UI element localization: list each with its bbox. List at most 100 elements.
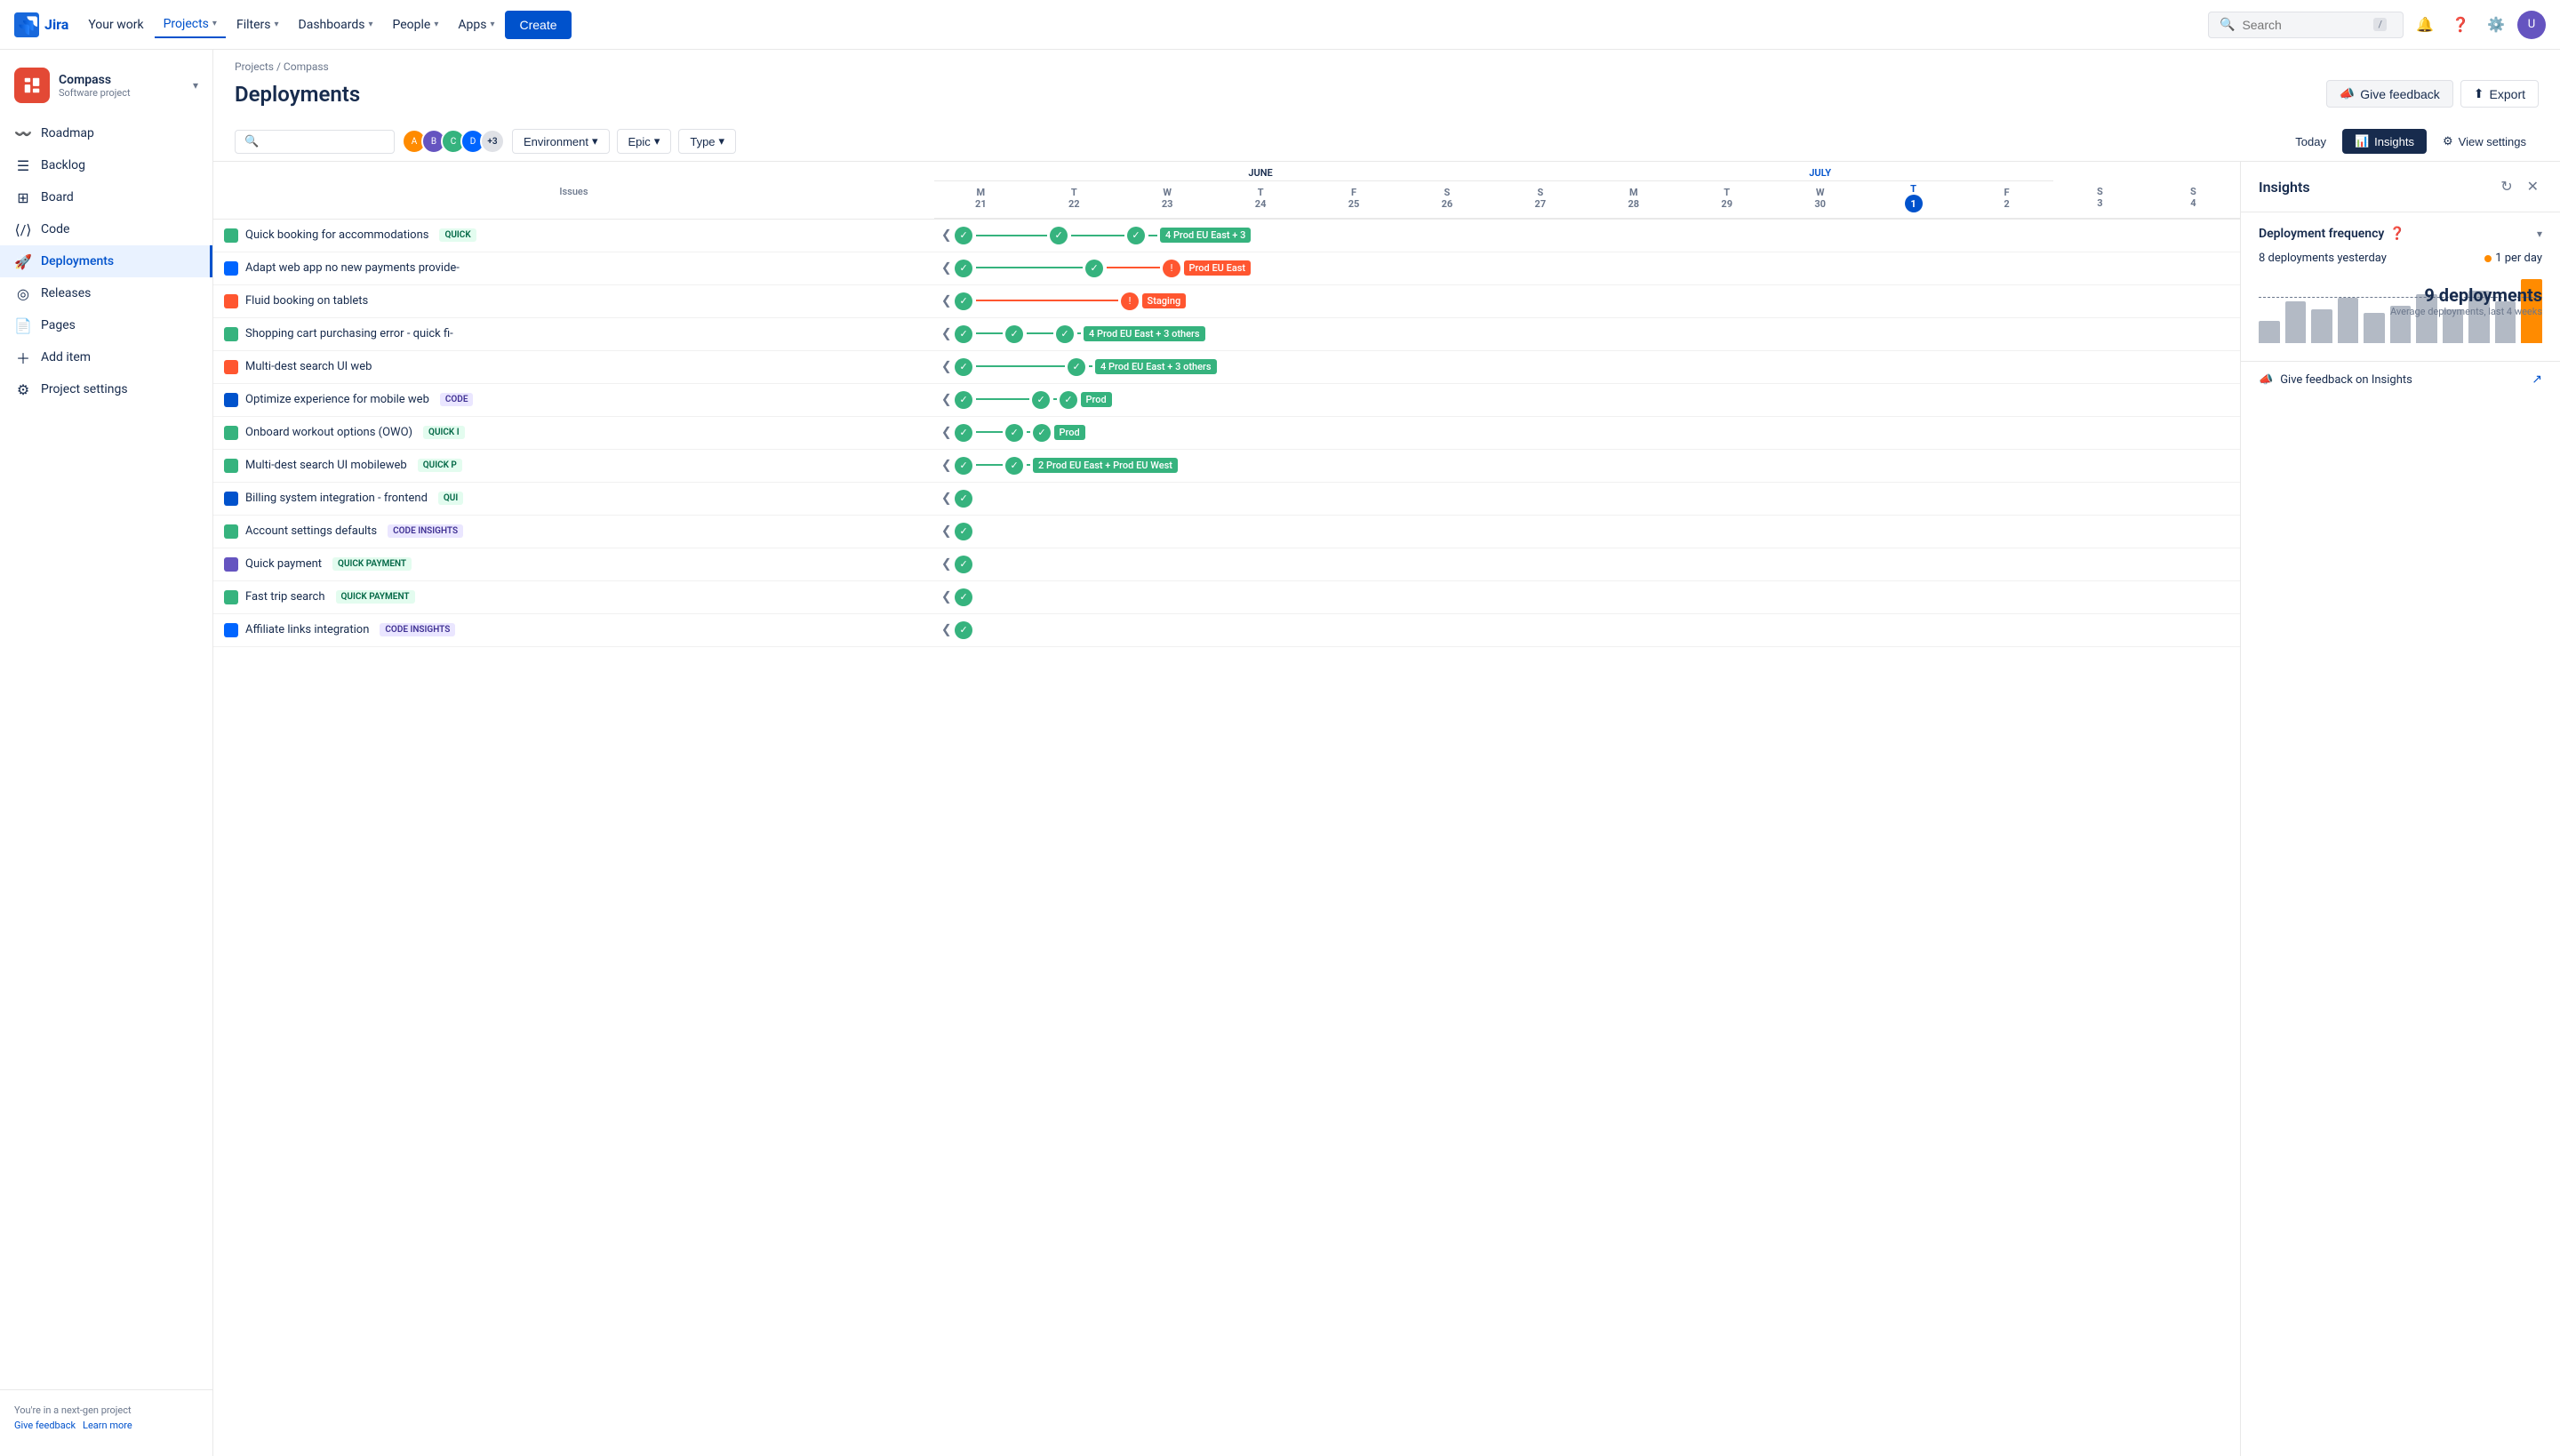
nav-projects[interactable]: Projects ▾ (155, 12, 226, 38)
footer-give-feedback[interactable]: Give feedback (14, 1420, 76, 1431)
sidebar-item-deployments[interactable]: 🚀 Deployments (0, 245, 212, 277)
type-filter[interactable]: Type ▾ (678, 129, 736, 154)
sidebar-item-settings[interactable]: ⚙ Project settings (0, 373, 212, 405)
issue-name[interactable]: Onboard workout options (OWO) (245, 426, 412, 439)
issue-name[interactable]: Optimize experience for mobile web (245, 393, 429, 406)
give-feedback-button[interactable]: 📣 Give feedback (2326, 80, 2453, 108)
table-row: Onboard workout options (OWO) QUICK I ❮ … (213, 416, 2240, 449)
issue-name[interactable]: Affiliate links integration (245, 623, 369, 636)
chevron-icon[interactable]: ❮ (941, 425, 952, 439)
board-icon: ⊞ (14, 188, 32, 206)
issue-type-icon (224, 360, 238, 374)
chevron-icon[interactable]: ❮ (941, 458, 952, 472)
app-logo[interactable]: Jira (14, 12, 68, 37)
top-navigation: Jira Your work Projects ▾ Filters ▾ Dash… (0, 0, 2560, 50)
chart-bar-0 (2259, 321, 2280, 343)
sidebar-item-roadmap[interactable]: 〰️ Roadmap (0, 117, 212, 149)
line2 (1027, 431, 1030, 433)
deployment-area: Issues JUNE JULY M21 T22 W23 T24 F25 S26… (213, 162, 2560, 1456)
external-link-icon[interactable]: ↗ (2532, 372, 2542, 387)
issue-name[interactable]: Multi-dest search UI web (245, 360, 372, 373)
dep-rate: 1 per day (2484, 252, 2542, 265)
help-button[interactable]: ❓ (2446, 11, 2475, 39)
toolbar-search[interactable]: 🔍 (235, 130, 395, 154)
issue-name[interactable]: Quick payment (245, 557, 322, 571)
sidebar-item-board[interactable]: ⊞ Board (0, 181, 212, 213)
close-insights-button[interactable]: ✕ (2524, 176, 2542, 197)
search-box[interactable]: 🔍 / (2208, 12, 2404, 38)
issue-name[interactable]: Adapt web app no new payments provide- (245, 261, 460, 275)
rate-label: 1 per day (2495, 252, 2542, 265)
issue-name[interactable]: Fast trip search (245, 590, 325, 604)
settings-button[interactable]: ⚙️ (2482, 11, 2510, 39)
deploy-dot-success: ✓ (955, 260, 972, 277)
issue-search-input[interactable] (264, 135, 380, 148)
sidebar-item-add[interactable]: ＋ Add item (0, 341, 212, 373)
deploy-dot-success3: ✓ (1127, 227, 1145, 244)
issue-name[interactable]: Quick booking for accommodations (245, 228, 428, 242)
nav-your-work[interactable]: Your work (79, 12, 152, 37)
issue-type-icon (224, 557, 238, 572)
environment-filter[interactable]: Environment ▾ (512, 129, 610, 154)
project-header[interactable]: Compass Software project ▾ (0, 60, 212, 117)
chevron-icon[interactable]: ❮ (941, 359, 952, 373)
nav-dashboards[interactable]: Dashboards ▾ (290, 12, 382, 37)
issue-name[interactable]: Billing system integration - frontend (245, 492, 428, 505)
avatar-count[interactable]: +3 (480, 129, 505, 154)
sidebar-item-pages[interactable]: 📄 Pages (0, 309, 212, 341)
chevron-icon[interactable]: ❮ (941, 491, 952, 505)
export-button[interactable]: ⬆ Export (2460, 80, 2539, 108)
dep-freq-meta: 8 deployments yesterday 1 per day (2259, 252, 2542, 265)
today-button[interactable]: Today (2283, 130, 2339, 154)
chevron-icon[interactable]: ❮ (941, 326, 952, 340)
issue-name[interactable]: Fluid booking on tablets (245, 294, 368, 308)
line (976, 431, 1003, 433)
deployments-yesterday: 8 deployments yesterday (2259, 252, 2387, 265)
search-icon: 🔍 (2220, 18, 2235, 32)
create-button[interactable]: Create (505, 11, 571, 39)
rate-dot (2484, 255, 2492, 262)
chevron-icon[interactable]: ❮ (941, 228, 952, 242)
nav-filters[interactable]: Filters ▾ (228, 12, 288, 37)
refresh-button[interactable]: ↻ (2497, 176, 2516, 197)
chevron-icon[interactable]: ❮ (941, 556, 952, 571)
chevron-icon[interactable]: ❮ (941, 293, 952, 308)
chevron-icon[interactable]: ❮ (941, 260, 952, 275)
breadcrumb-compass[interactable]: Compass (284, 60, 329, 73)
issue-cell: Fast trip search QUICK PAYMENT (213, 580, 934, 613)
sidebar-item-backlog[interactable]: ☰ Backlog (0, 149, 212, 181)
search-input[interactable] (2242, 18, 2366, 32)
sidebar-label-deployments: Deployments (41, 254, 114, 268)
issue-name[interactable]: Account settings defaults (245, 524, 377, 538)
insights-button[interactable]: 📊 Insights (2342, 129, 2427, 154)
chevron-icon[interactable]: ❮ (941, 622, 952, 636)
dep-freq-title: Deployment frequency ❓ (2259, 227, 2405, 241)
chevron-icon[interactable]: ❮ (941, 524, 952, 538)
env-badge: 4 Prod EU East + 3 (1160, 228, 1251, 243)
nav-apps[interactable]: Apps ▾ (449, 12, 503, 37)
deploy-dot-success3: ✓ (1056, 325, 1074, 343)
notifications-button[interactable]: 🔔 (2411, 11, 2439, 39)
chart-big-number: 9 deployments (2390, 284, 2542, 306)
epic-tag: QUICK P (418, 459, 462, 472)
footer-learn-more[interactable]: Learn more (83, 1420, 132, 1431)
logo-text: Jira (44, 16, 68, 33)
chevron-icon[interactable]: ❮ (941, 589, 952, 604)
chevron-icon[interactable]: ❮ (941, 392, 952, 406)
sidebar-footer-links: Give feedback Learn more (14, 1420, 198, 1431)
breadcrumb-projects[interactable]: Projects (235, 60, 274, 73)
view-settings-button[interactable]: ⚙ View settings (2430, 129, 2539, 154)
sidebar-item-releases[interactable]: ◎ Releases (0, 277, 212, 309)
dep-freq-chevron-icon[interactable]: ▾ (2537, 228, 2542, 240)
issue-name[interactable]: Shopping cart purchasing error - quick f… (245, 327, 453, 340)
help-icon[interactable]: ❓ (2389, 227, 2404, 241)
sidebar-item-code[interactable]: ⟨/⟩ Code (0, 213, 212, 245)
user-avatar[interactable]: U (2517, 11, 2546, 39)
toolbar: 🔍 A B C D +3 Environment ▾ Epic ▾ (213, 122, 2560, 162)
nav-people[interactable]: People ▾ (383, 12, 447, 37)
table-row: Quick booking for accommodations QUICK ❮… (213, 219, 2240, 252)
backlog-icon: ☰ (14, 156, 32, 174)
timeline-cell: ❮ ✓ ✓ ✓ 4 Prod EU East + 3 others (934, 317, 2240, 350)
epic-filter[interactable]: Epic ▾ (617, 129, 672, 154)
issue-name[interactable]: Multi-dest search UI mobileweb (245, 459, 407, 472)
